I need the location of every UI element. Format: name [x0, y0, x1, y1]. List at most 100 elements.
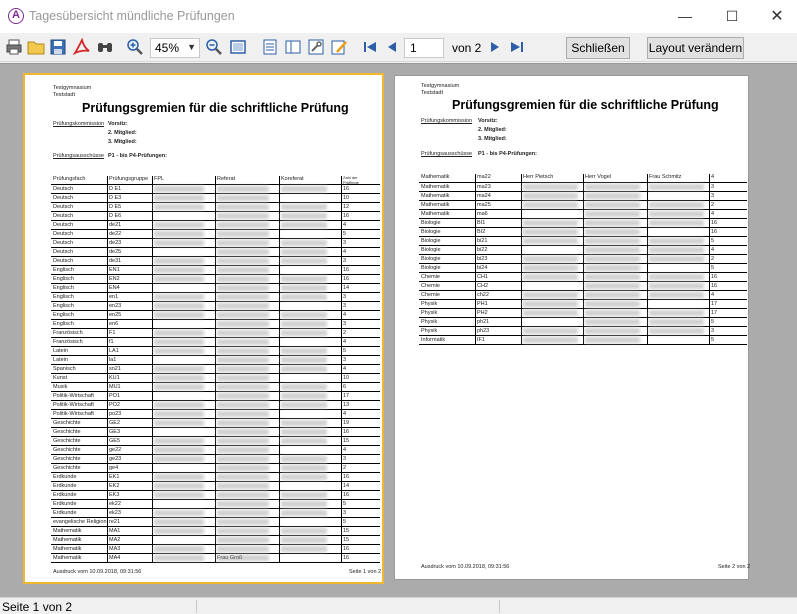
group-cell: f1	[109, 339, 114, 345]
table-row	[51, 356, 380, 365]
subject-cell: Englisch	[53, 285, 74, 291]
count-cell: 5	[711, 238, 715, 244]
count-cell: 15	[343, 537, 350, 543]
redacted-cell	[649, 292, 704, 298]
count-cell: 4	[343, 411, 347, 417]
zoom-select[interactable]: 45% ▼	[150, 38, 200, 58]
zoom-out-icon[interactable]	[205, 38, 223, 56]
redacted-cell	[154, 267, 204, 273]
redacted-cell	[585, 229, 640, 235]
pdf-export-icon[interactable]	[73, 38, 91, 56]
subject-cell: Informatik	[421, 337, 446, 343]
subject-cell: Geschichte	[53, 456, 81, 462]
group-cell: EK2	[109, 483, 120, 489]
redacted-cell	[154, 483, 204, 489]
subject-cell: Englisch	[53, 267, 74, 273]
page-1-print-date: Ausdruck vom 10.09.2018, 09:31:56	[53, 569, 142, 575]
subject-cell: Biologie	[421, 265, 441, 271]
redacted-cell	[649, 211, 704, 217]
table-row	[51, 203, 380, 212]
redacted-cell	[154, 375, 204, 381]
page-number-input[interactable]: 1	[404, 38, 444, 58]
table-row	[419, 336, 747, 345]
group-cell: bi24	[477, 265, 488, 271]
group-cell: bi21	[477, 238, 488, 244]
redacted-cell	[649, 202, 704, 208]
table-header-cell: Herr Pietsch	[523, 174, 554, 180]
redacted-cell	[585, 283, 640, 289]
last-page-icon[interactable]	[508, 38, 526, 56]
redacted-cell	[217, 258, 269, 264]
count-cell: 5	[343, 501, 347, 507]
group-cell: ek23	[109, 510, 121, 516]
maximize-button[interactable]: ☐	[709, 0, 755, 33]
redacted-cell	[281, 528, 327, 534]
next-page-icon[interactable]	[486, 38, 504, 56]
redacted-cell	[154, 492, 204, 498]
subject-cell: Deutsch	[53, 240, 74, 246]
group-cell: ge22	[109, 447, 122, 453]
fit-page-icon[interactable]	[229, 38, 247, 56]
edit-pencil-icon[interactable]	[330, 38, 348, 56]
subject-cell: Geschichte	[53, 429, 81, 435]
redacted-cell	[585, 292, 640, 298]
count-cell: 5	[711, 319, 715, 325]
redacted-cell	[154, 303, 204, 309]
count-cell: 2	[711, 202, 715, 208]
change-layout-button[interactable]: Layout verändern	[647, 37, 744, 59]
redacted-cell	[154, 546, 204, 552]
redacted-cell	[217, 510, 269, 516]
redacted-cell	[154, 411, 204, 417]
table-row	[51, 545, 380, 554]
redacted-cell	[281, 276, 327, 282]
redacted-cell	[523, 184, 578, 190]
redacted-cell	[523, 328, 578, 334]
redacted-cell	[217, 501, 269, 507]
redacted-cell	[154, 312, 204, 318]
subject-cell: Englisch	[53, 294, 74, 300]
redacted-cell	[585, 193, 640, 199]
first-page-icon[interactable]	[361, 38, 379, 56]
redacted-cell	[281, 330, 327, 336]
count-cell: 2	[343, 330, 347, 336]
count-cell: 5	[343, 519, 347, 525]
redacted-cell	[523, 337, 578, 343]
table-row	[51, 428, 380, 437]
minimize-button[interactable]: —	[662, 0, 708, 33]
redacted-cell	[154, 510, 204, 516]
save-icon[interactable]	[49, 38, 67, 56]
count-cell: 16	[343, 186, 350, 192]
redacted-cell	[217, 429, 269, 435]
print-preview-area[interactable]: Testgymnasium Teststadt Prüfungsgremien …	[0, 63, 797, 597]
two-pages-icon[interactable]	[284, 38, 302, 56]
subject-cell: Deutsch	[53, 213, 74, 219]
close-button[interactable]: Schließen	[566, 37, 630, 59]
window-title: Tagesübersicht mündliche Prüfungen	[29, 9, 235, 23]
find-icon[interactable]	[96, 38, 114, 56]
status-bar: Seite 1 von 2	[0, 597, 797, 614]
previous-page-icon[interactable]	[383, 38, 401, 56]
group-cell: MA1	[109, 528, 121, 534]
zoom-in-icon[interactable]	[126, 38, 144, 56]
subject-cell: Deutsch	[53, 258, 74, 264]
table-header-cell: 4	[711, 174, 715, 180]
table-row	[51, 437, 380, 446]
table-row	[51, 491, 380, 500]
redacted-cell	[217, 438, 269, 444]
mitglied2-label: 2. Mitglied:	[108, 130, 137, 136]
open-folder-icon[interactable]	[27, 38, 45, 56]
table-row	[51, 338, 380, 347]
redacted-cell	[154, 474, 204, 480]
table-row	[51, 284, 380, 293]
print-icon[interactable]	[5, 38, 23, 56]
single-page-icon[interactable]	[261, 38, 279, 56]
redacted-cell	[217, 285, 269, 291]
redacted-cell	[154, 258, 204, 264]
close-window-button[interactable]: ✕	[754, 0, 797, 33]
settings-wrench-icon[interactable]	[307, 38, 325, 56]
group-cell: en25	[109, 312, 122, 318]
table-row	[51, 302, 380, 311]
kommission-label-p2: Prüfungskommission	[421, 118, 473, 124]
redacted-cell	[154, 555, 204, 561]
count-cell: 10	[343, 375, 350, 381]
